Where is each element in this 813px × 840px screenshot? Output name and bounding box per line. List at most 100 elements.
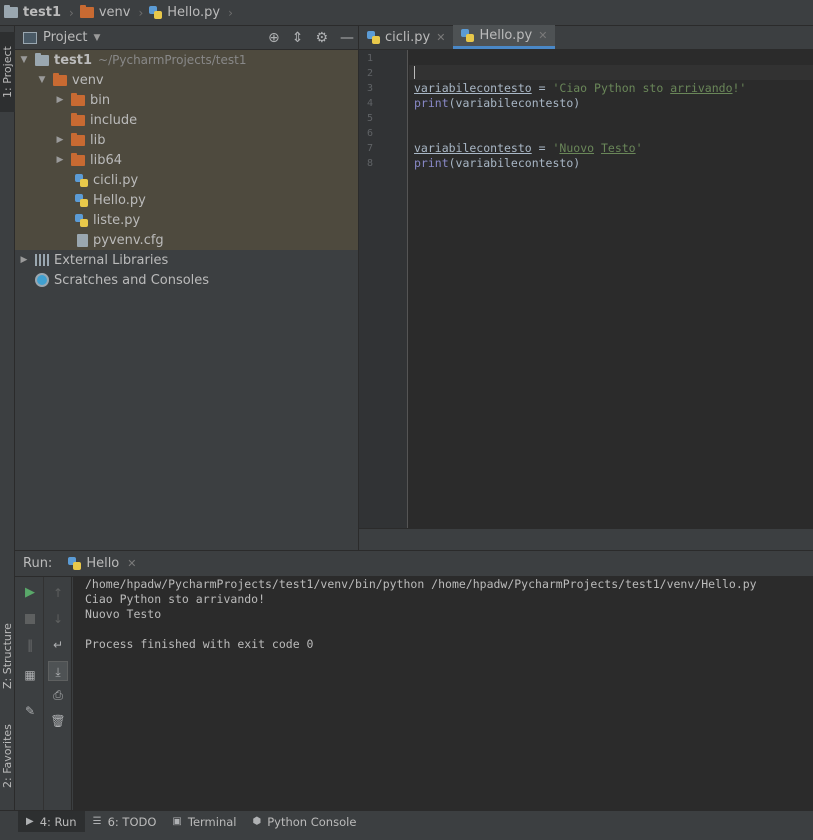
close-icon[interactable]: ✕ bbox=[127, 557, 136, 570]
tree-item-bin[interactable]: ▶ bin bbox=[15, 90, 358, 110]
folder-icon bbox=[4, 5, 18, 18]
tree-item-scratches[interactable]: Scratches and Consoles bbox=[15, 270, 358, 290]
run-tab-hello[interactable]: Hello ✕ bbox=[68, 556, 136, 571]
expand-arrow-icon[interactable]: ▼ bbox=[35, 75, 49, 85]
code-line-7: variabilecontesto = 'Nuovo Testo' bbox=[414, 141, 643, 155]
line-number-gutter: 1 2 3 4 5 6 7 8 bbox=[359, 50, 408, 528]
run-toolbar-secondary: ↑ ↓ ↵ ⤓ ⎙ 🗑 bbox=[45, 577, 72, 811]
console-line: Process finished with exit code 0 bbox=[85, 637, 314, 651]
bottom-tool-bar: ▶ 4: Run ☰ 6: TODO ▣ Terminal ⬢ Python C… bbox=[0, 810, 813, 833]
code-token: arrivando bbox=[670, 81, 733, 95]
stop-icon[interactable] bbox=[22, 611, 38, 627]
tool-tab-terminal[interactable]: ▣ Terminal bbox=[164, 811, 244, 833]
code-token: = bbox=[531, 141, 553, 155]
text-cursor bbox=[414, 66, 415, 79]
run-toolbar-primary: ▶ ‖ ▦ ✎ bbox=[15, 577, 44, 811]
collapse-all-icon[interactable]: ⇕ bbox=[292, 30, 304, 46]
run-console-output[interactable]: /home/hpadw/PycharmProjects/test1/venv/b… bbox=[73, 577, 813, 810]
project-view-icon bbox=[23, 31, 37, 44]
line-number: 6 bbox=[366, 128, 373, 139]
breadcrumb-label: Hello.py bbox=[167, 5, 221, 20]
breadcrumb-separator: › bbox=[69, 5, 74, 20]
project-panel-header: Project ▼ ⊕ ⇕ ⚙ — bbox=[15, 26, 358, 50]
tree-item-include[interactable]: include bbox=[15, 110, 358, 130]
scroll-to-end-icon[interactable]: ⤓ bbox=[48, 661, 68, 681]
code-editor[interactable]: 1 2 3 4 5 6 7 8 variabilecontesto = 'Cia… bbox=[359, 50, 813, 528]
tree-item-label: liste.py bbox=[93, 212, 141, 228]
tree-item-external-libraries[interactable]: ▶ External Libraries bbox=[15, 250, 358, 270]
tree-item-label: External Libraries bbox=[54, 252, 169, 268]
console-line: /home/hpadw/PycharmProjects/test1/venv/b… bbox=[85, 577, 757, 591]
layout-icon[interactable]: ▦ bbox=[22, 667, 38, 683]
tree-item-liste-py[interactable]: liste.py bbox=[15, 210, 358, 230]
line-number: 4 bbox=[366, 98, 373, 109]
tree-item-label: lib bbox=[90, 132, 106, 148]
breadcrumb-label: venv bbox=[98, 5, 131, 20]
tree-item-hello-py[interactable]: Hello.py bbox=[15, 190, 358, 210]
tree-root-test1[interactable]: ▼ test1 ~/PycharmProjects/test1 bbox=[15, 50, 358, 70]
editor-footer bbox=[359, 528, 813, 550]
structure-tool-tab[interactable]: Z: Structure bbox=[0, 616, 15, 696]
tree-item-lib64[interactable]: ▶ lib64 bbox=[15, 150, 358, 170]
pause-icon[interactable]: ‖ bbox=[22, 637, 38, 653]
tree-item-venv[interactable]: ▼ venv bbox=[15, 70, 358, 90]
python-file-icon bbox=[75, 173, 88, 187]
run-tab-label: Hello bbox=[86, 556, 120, 571]
tree-item-pyvenv-cfg[interactable]: pyvenv.cfg bbox=[15, 230, 358, 250]
expand-arrow-icon[interactable]: ▶ bbox=[53, 135, 67, 145]
expand-arrow-icon[interactable]: ▶ bbox=[17, 255, 31, 265]
print-icon[interactable]: ⎙ bbox=[50, 687, 66, 703]
tool-tab-run[interactable]: ▶ 4: Run bbox=[18, 810, 85, 833]
tree-item-cicli-py[interactable]: cicli.py bbox=[15, 170, 358, 190]
tool-tab-todo[interactable]: ☰ 6: TODO bbox=[85, 811, 165, 833]
folder-icon bbox=[53, 72, 67, 86]
rerun-icon[interactable]: ▶ bbox=[22, 585, 38, 601]
hide-icon[interactable]: — bbox=[340, 30, 354, 46]
code-token: variabilecontesto bbox=[414, 81, 532, 95]
console-line: Nuovo Testo bbox=[85, 607, 162, 621]
tool-tab-label: 6: TODO bbox=[107, 814, 157, 829]
tab-hello-py[interactable]: Hello.py ✕ bbox=[453, 25, 556, 49]
chevron-down-icon[interactable]: ▼ bbox=[93, 33, 100, 43]
code-token: (variabilecontesto) bbox=[448, 156, 581, 170]
project-view-selector[interactable]: Project bbox=[43, 30, 87, 45]
expand-arrow-icon[interactable]: ▶ bbox=[53, 95, 67, 105]
breadcrumb-venv[interactable]: venv bbox=[79, 5, 131, 20]
line-number: 3 bbox=[366, 83, 373, 94]
breadcrumb-separator: › bbox=[228, 5, 233, 20]
line-number: 7 bbox=[366, 143, 373, 154]
trash-icon[interactable]: 🗑 bbox=[50, 713, 66, 729]
tree-item-label: venv bbox=[72, 72, 104, 88]
tab-cicli-py[interactable]: cicli.py ✕ bbox=[359, 25, 453, 49]
folder-icon bbox=[71, 132, 85, 146]
pin-icon[interactable]: ✎ bbox=[22, 703, 38, 719]
locate-icon[interactable]: ⊕ bbox=[268, 30, 280, 46]
tool-tab-python-console[interactable]: ⬢ Python Console bbox=[244, 811, 364, 833]
arrow-down-icon[interactable]: ↓ bbox=[50, 611, 66, 627]
expand-arrow-icon[interactable]: ▼ bbox=[17, 55, 31, 65]
breadcrumb-hello-py[interactable]: Hello.py bbox=[149, 5, 220, 20]
arrow-up-icon[interactable]: ↑ bbox=[50, 585, 66, 601]
expand-arrow-icon[interactable]: ▶ bbox=[53, 155, 67, 165]
favorites-tool-tab[interactable]: 2: Favorites bbox=[0, 716, 15, 796]
gear-icon[interactable]: ⚙ bbox=[315, 30, 328, 46]
code-token: 'Ciao Python sto bbox=[552, 81, 671, 95]
list-icon: ☰ bbox=[92, 816, 102, 827]
tool-tab-label: 4: Run bbox=[39, 814, 77, 829]
tree-item-lib[interactable]: ▶ lib bbox=[15, 130, 358, 150]
soft-wrap-icon[interactable]: ↵ bbox=[50, 637, 66, 653]
breadcrumb-test1[interactable]: test1 bbox=[4, 5, 61, 20]
code-token: print bbox=[414, 156, 449, 170]
run-panel-title: Run: bbox=[23, 556, 53, 571]
tree-item-label: test1 bbox=[54, 52, 93, 68]
python-icon: ⬢ bbox=[252, 816, 262, 827]
python-file-icon bbox=[68, 557, 82, 570]
close-icon[interactable]: ✕ bbox=[436, 31, 445, 44]
python-file-icon bbox=[75, 213, 88, 227]
close-icon[interactable]: ✕ bbox=[538, 29, 547, 42]
python-file-icon bbox=[149, 6, 163, 19]
folder-icon bbox=[35, 52, 49, 66]
tree-item-label: cicli.py bbox=[93, 172, 139, 188]
project-tool-tab[interactable]: 1: Project bbox=[0, 32, 15, 112]
